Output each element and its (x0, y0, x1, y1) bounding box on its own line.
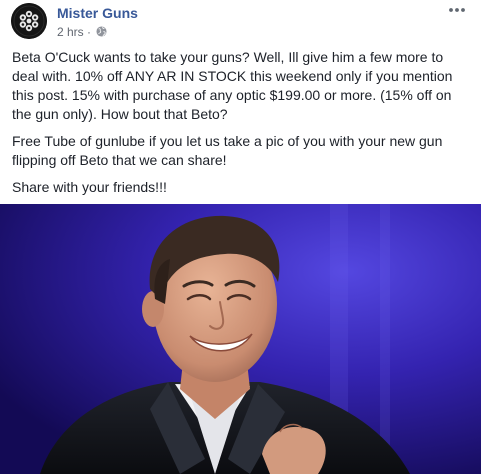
revolver-cylinder-logo (11, 3, 47, 39)
meta-separator: · (87, 24, 92, 39)
post-body: Beta O'Cuck wants to take your guns? Wel… (12, 48, 470, 205)
post-paragraph: Free Tube of gunlube if you let us take … (12, 133, 443, 168)
ellipsis-icon[interactable] (447, 4, 467, 16)
post-paragraph: Beta O'Cuck wants to take your guns? Wel… (12, 49, 453, 122)
post-photo[interactable] (0, 204, 481, 474)
timestamp-link[interactable]: 2 hrs (57, 25, 84, 39)
post-meta: 2 hrs · (57, 24, 107, 39)
photo-illustration (0, 204, 481, 474)
facebook-post: Mister Guns 2 hrs · Beta O'Cuck wants to… (0, 0, 481, 474)
post-header: Mister Guns 2 hrs · (0, 0, 481, 44)
avatar[interactable] (11, 3, 47, 39)
globe-icon[interactable] (96, 26, 107, 37)
page-name-link[interactable]: Mister Guns (57, 4, 138, 22)
post-paragraph: Share with your friends!!! (12, 179, 167, 195)
